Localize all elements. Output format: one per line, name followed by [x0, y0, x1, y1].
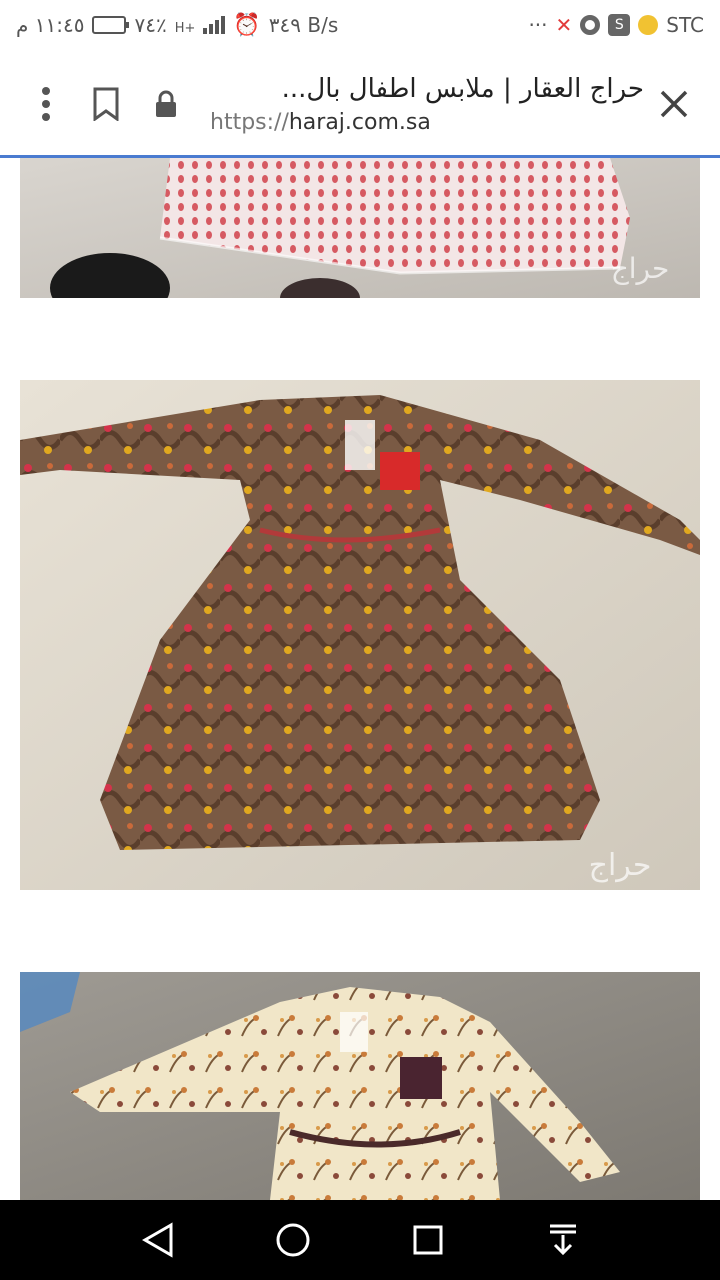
close-tab-button[interactable]: [644, 74, 704, 134]
recents-icon: [413, 1225, 442, 1255]
browser-toolbar: حراج العقار | ملابس اطفال بال... https:/…: [0, 50, 720, 158]
signal-icon: [203, 16, 226, 34]
system-nav-bar: [0, 1200, 720, 1280]
listing-photo[interactable]: حراج: [20, 158, 700, 298]
back-icon: [141, 1222, 172, 1258]
chrome-icon: [580, 15, 601, 35]
status-bar: ١١:٤٥ م ٧٤٪ H+ ⏰ ٣٤٩ B/s ··· ✕ S STC: [0, 0, 720, 50]
carrier-name: STC: [666, 13, 704, 37]
lock-button[interactable]: [136, 74, 196, 134]
watermark: حراج: [611, 252, 670, 286]
url-scheme: https://: [210, 109, 289, 135]
menu-button[interactable]: [16, 74, 76, 134]
home-icon: [276, 1223, 309, 1257]
battery-icon: [92, 16, 130, 34]
s-app-icon: S: [608, 14, 631, 36]
status-left: ١١:٤٥ م ٧٤٪ H+ ⏰ ٣٤٩ B/s: [16, 13, 338, 38]
battery-level: ٧٤٪: [134, 13, 167, 37]
brown-dress-image: حراج: [20, 380, 700, 890]
lock-icon: [156, 90, 176, 117]
network-type: H+: [174, 20, 196, 36]
overflow-dots: ···: [528, 13, 548, 37]
page-title: حراج العقار | ملابس اطفال بال...: [281, 73, 644, 104]
alarm-icon: ⏰: [233, 12, 261, 38]
omnibox[interactable]: حراج العقار | ملابس اطفال بال... https:/…: [196, 74, 644, 135]
page-url: https://haraj.com.sa: [210, 110, 431, 135]
cream-dress-image: [20, 972, 700, 1200]
bookmark-icon: [93, 87, 119, 121]
url-host: haraj.com.sa: [288, 109, 431, 135]
bookmark-button[interactable]: [76, 74, 136, 134]
back-button[interactable]: [128, 1210, 188, 1270]
notifications-pull-icon: [549, 1224, 576, 1256]
status-right: ··· ✕ S STC: [528, 13, 704, 37]
page-content[interactable]: حراج حراج: [0, 158, 720, 1200]
recents-button[interactable]: [398, 1210, 458, 1270]
listing-photo[interactable]: حراج: [20, 380, 700, 890]
close-notification-icon: ✕: [555, 13, 573, 37]
clock-time: ١١:٤٥ م: [16, 13, 85, 37]
menu-icon: [42, 87, 50, 121]
close-icon: [660, 90, 688, 118]
network-speed: ٣٤٩ B/s: [268, 13, 339, 37]
watermark: حراج: [589, 848, 652, 883]
home-button[interactable]: [263, 1210, 323, 1270]
notifications-button[interactable]: [533, 1210, 593, 1270]
pink-dress-image: حراج: [20, 158, 700, 298]
listing-photo[interactable]: [20, 972, 700, 1200]
coin-icon: [638, 15, 659, 35]
